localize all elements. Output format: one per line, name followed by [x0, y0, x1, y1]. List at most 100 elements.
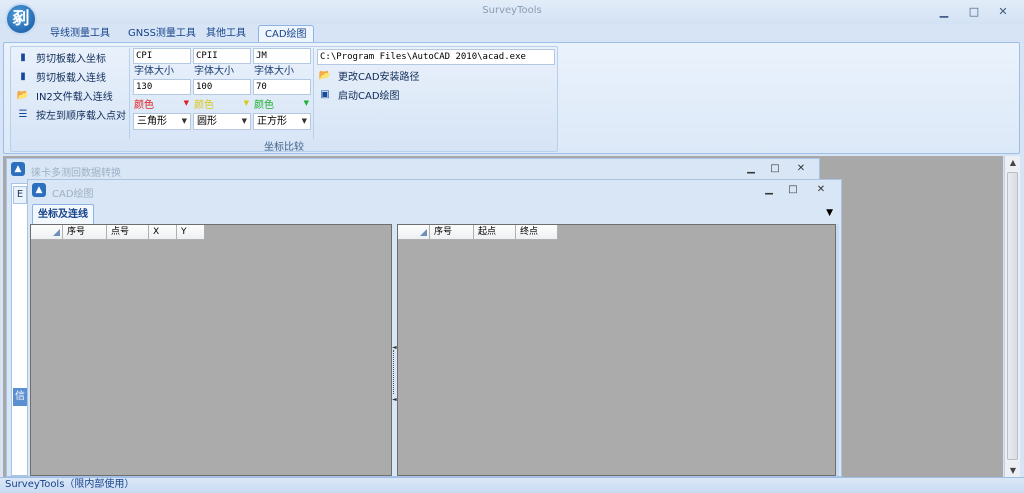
button-label: 更改CAD安装路径 — [338, 72, 420, 83]
close-button[interactable]: ✕ — [813, 184, 829, 195]
chevron-down-icon: ▼ — [183, 99, 189, 107]
points-grid[interactable]: 序号 点号 X Y — [30, 224, 392, 476]
style-column-jm: JM 字体大小 70 颜色 ▼ 正方形 ▼ — [253, 48, 311, 130]
button-label: 剪切板载入连线 — [36, 73, 106, 84]
scroll-down-icon[interactable]: ▼ — [1005, 466, 1021, 475]
chevron-down-icon: ▼ — [243, 99, 249, 107]
button-label: 按左到顺序载入点对 — [36, 111, 126, 122]
point-name-field[interactable]: JM — [253, 48, 311, 64]
document-icon: ▮ — [20, 71, 26, 82]
load-lines-clipboard-button[interactable]: ▮ 剪切板载入连线 — [12, 67, 129, 86]
shape-value: 正方形 — [257, 116, 287, 127]
load-buttons: ▮ 剪切板载入坐标 ▮ 剪切板载入连线 📂 IN2文件载入连线 ☰ 按左到顺序载… — [12, 48, 130, 139]
column-header[interactable]: 序号 — [430, 225, 474, 240]
font-size-field[interactable]: 70 — [253, 79, 311, 95]
column-header[interactable]: X — [149, 225, 177, 240]
maximize-button[interactable]: □ — [962, 4, 986, 20]
shape-select[interactable]: 圆形 ▼ — [193, 113, 251, 130]
color-label: 颜色 — [254, 100, 274, 111]
style-column-cpi: CPI 字体大小 130 颜色 ▼ 三角形 ▼ — [133, 48, 191, 130]
cube-icon: ▣ — [320, 89, 330, 100]
change-cad-path-button[interactable]: 📂 更改CAD安装路径 — [314, 66, 556, 85]
column-header[interactable]: Y — [177, 225, 205, 240]
maximize-button[interactable]: □ — [767, 163, 783, 174]
vertical-scrollbar[interactable]: ▲ ▼ — [1004, 156, 1020, 477]
column-header[interactable]: 起点 — [474, 225, 516, 240]
child-title-bar[interactable]: ▲ 徕卡多测回数据转换 ▁ □ ✕ — [7, 159, 819, 181]
child-title-bar[interactable]: ▲ CAD绘图 ▁ □ ✕ — [28, 180, 841, 202]
column-header[interactable]: 点号 — [107, 225, 149, 240]
chevron-down-icon: ▼ — [301, 117, 307, 125]
tab-dropdown-icon[interactable]: ▼ — [826, 208, 833, 218]
status-bar: SurveyTools（限内部使用） — [0, 477, 1024, 493]
lines-grid[interactable]: 序号 起点 终点 — [397, 224, 836, 476]
child-title: CAD绘图 — [52, 189, 94, 200]
tab-gnss-tools[interactable]: GNSS测量工具 — [122, 25, 202, 43]
lines-grid-header: 序号 起点 终点 — [398, 225, 558, 240]
cad-path-field[interactable]: C:\Program Files\AutoCAD 2010\acad.exe — [317, 49, 555, 65]
child-logo-icon: ▲ — [32, 183, 46, 197]
color-label: 颜色 — [194, 100, 214, 111]
shape-select[interactable]: 正方形 ▼ — [253, 113, 311, 130]
font-size-field[interactable]: 100 — [193, 79, 251, 95]
shape-select[interactable]: 三角形 ▼ — [133, 113, 191, 130]
scroll-up-icon[interactable]: ▲ — [1005, 158, 1021, 167]
app-logo-icon[interactable]: 剢 — [5, 3, 37, 35]
child-window-cad: ▲ CAD绘图 ▁ □ ✕ 坐标及连线 ▼ 序号 点号 X Y ◄ ◄ 序号 起 — [27, 179, 842, 477]
chevron-down-icon: ▼ — [241, 117, 247, 125]
font-size-label: 字体大小 — [194, 66, 234, 77]
select-all-cell[interactable] — [398, 225, 430, 240]
scroll-thumb[interactable] — [1007, 172, 1018, 460]
column-header[interactable]: 终点 — [516, 225, 558, 240]
point-name-field[interactable]: CPII — [193, 48, 251, 64]
tab-coords-and-lines[interactable]: 坐标及连线 — [32, 204, 94, 224]
button-label: IN2文件载入连线 — [36, 92, 113, 103]
point-name-field[interactable]: CPI — [133, 48, 191, 64]
color-picker[interactable]: 颜色 ▼ — [253, 95, 311, 112]
font-size-field[interactable]: 130 — [133, 79, 191, 95]
folder-open-icon: 📂 — [318, 70, 332, 81]
child-title: 徕卡多测回数据转换 — [31, 168, 121, 179]
font-size-label: 字体大小 — [254, 66, 294, 77]
minimize-button[interactable]: ▁ — [743, 163, 759, 174]
folder-open-icon: 📂 — [16, 90, 30, 101]
maximize-button[interactable]: □ — [785, 184, 801, 195]
title-bar: SurveyTools ▁ □ ✕ — [0, 0, 1024, 24]
load-point-pairs-button[interactable]: ☰ 按左到顺序载入点对 — [12, 105, 129, 124]
chevron-down-icon: ▼ — [181, 117, 187, 125]
close-button[interactable]: ✕ — [793, 163, 809, 174]
tab-cad-drawing[interactable]: CAD绘图 — [258, 25, 314, 43]
color-label: 颜色 — [134, 100, 154, 111]
splitter-arrow-icon: ◄ — [392, 396, 397, 403]
ribbon-tabs: 导线测量工具 GNSS测量工具 其他工具 CAD绘图 — [0, 24, 1024, 43]
minimize-button[interactable]: ▁ — [761, 184, 777, 195]
minimize-button[interactable]: ▁ — [932, 4, 956, 20]
splitter-grip — [393, 350, 395, 394]
cad-panel: C:\Program Files\AutoCAD 2010\acad.exe 📂… — [313, 48, 556, 139]
color-picker[interactable]: 颜色 ▼ — [193, 95, 251, 112]
child-tab[interactable]: E — [13, 186, 27, 204]
ribbon-panel: ▮ 剪切板载入坐标 ▮ 剪切板载入连线 📂 IN2文件载入连线 ☰ 按左到顺序载… — [3, 42, 1020, 154]
shape-value: 圆形 — [197, 116, 217, 127]
chevron-down-icon: ▼ — [303, 99, 309, 107]
load-in2-file-button[interactable]: 📂 IN2文件载入连线 — [12, 86, 129, 105]
child-logo-icon: ▲ — [11, 162, 25, 176]
app-title: SurveyTools — [482, 5, 542, 16]
tab-other-tools[interactable]: 其他工具 — [200, 25, 252, 43]
launch-cad-button[interactable]: ▣ 启动CAD绘图 — [314, 85, 556, 104]
button-label: 启动CAD绘图 — [338, 91, 400, 102]
list-icon: ☰ — [18, 109, 28, 120]
font-size-label: 字体大小 — [134, 66, 174, 77]
ribbon-group-coordinate-compare: ▮ 剪切板载入坐标 ▮ 剪切板载入连线 📂 IN2文件载入连线 ☰ 按左到顺序载… — [10, 46, 558, 153]
close-button[interactable]: ✕ — [991, 4, 1015, 20]
child-info-tab[interactable]: 信 — [13, 388, 27, 406]
document-icon: ▮ — [20, 52, 26, 63]
group-label: 坐标比较 — [264, 142, 304, 153]
select-all-cell[interactable] — [31, 225, 63, 240]
tab-traverse-tools[interactable]: 导线测量工具 — [44, 25, 116, 43]
color-picker[interactable]: 颜色 ▼ — [133, 95, 191, 112]
points-grid-header: 序号 点号 X Y — [31, 225, 205, 240]
column-header[interactable]: 序号 — [63, 225, 107, 240]
load-coords-clipboard-button[interactable]: ▮ 剪切板载入坐标 — [12, 48, 129, 67]
select-all-icon — [420, 229, 427, 236]
